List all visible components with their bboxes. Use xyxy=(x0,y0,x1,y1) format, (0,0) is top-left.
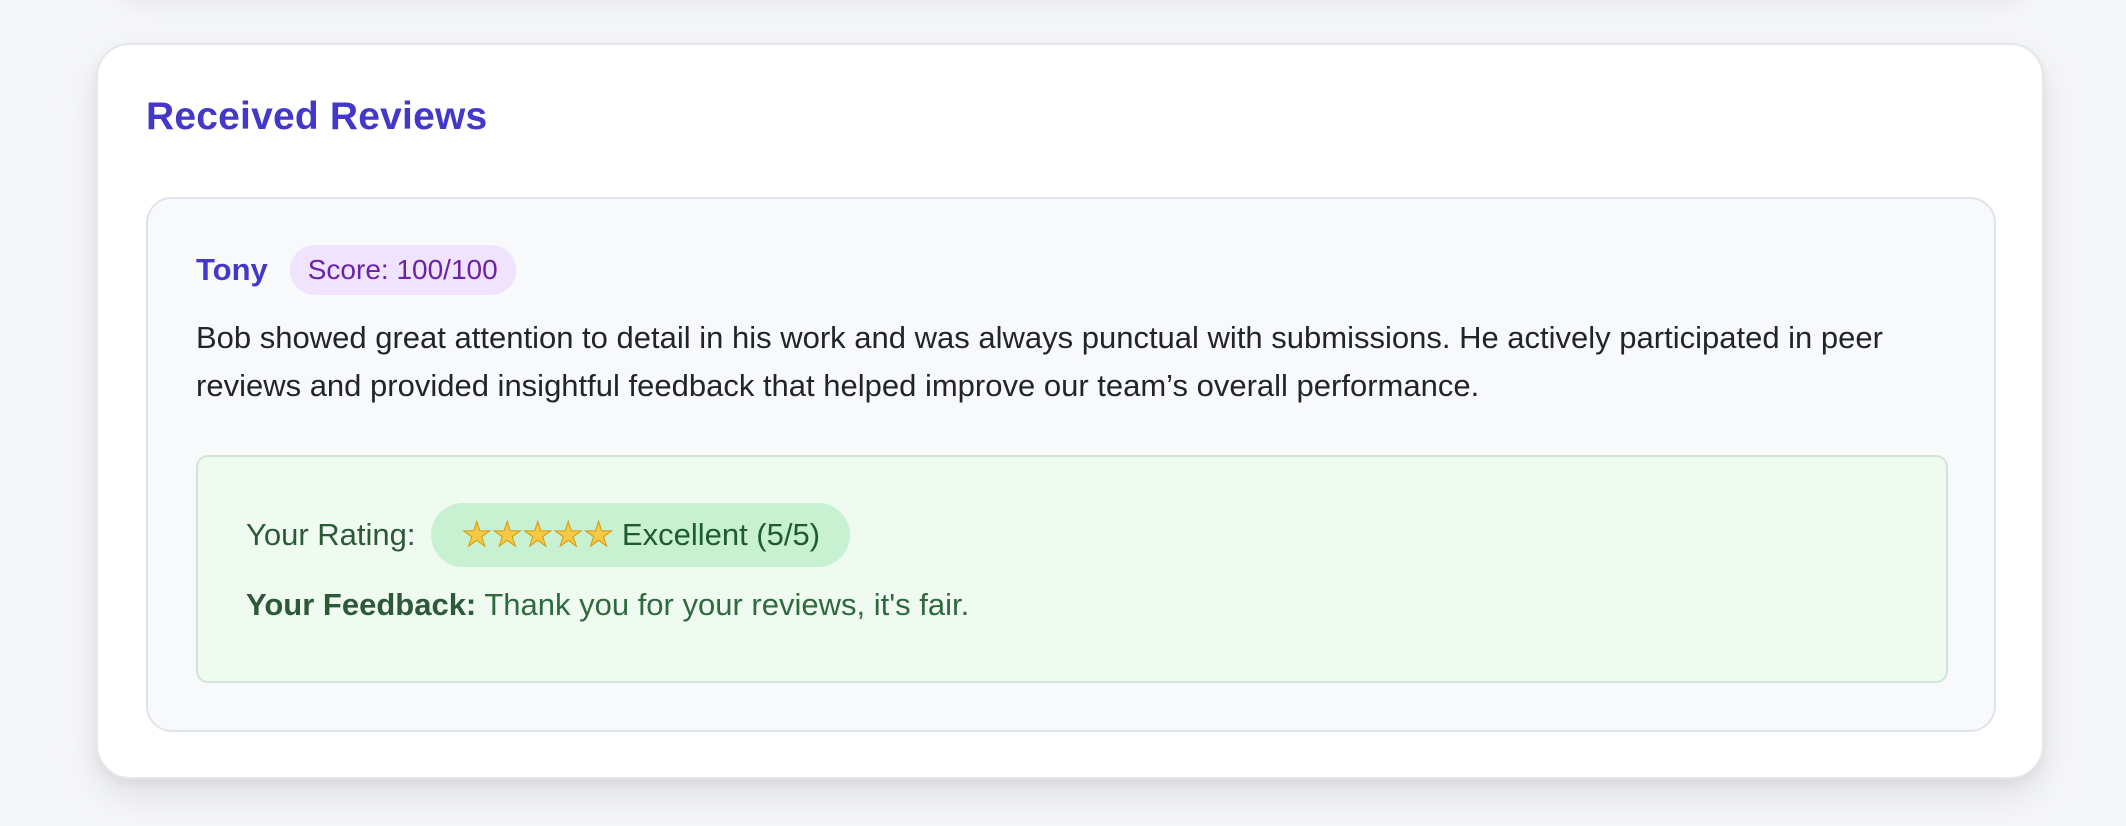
received-reviews-card: Received Reviews Tony Score: 100/100 Bob… xyxy=(96,43,2044,779)
review-text: Bob showed great attention to detail in … xyxy=(196,320,1883,403)
section-title: Received Reviews xyxy=(146,95,488,138)
rating-row: Your Rating: ★ ★ ★ ★ ★ Excellent (5/5) xyxy=(246,503,851,567)
star-icon: ★ xyxy=(583,516,615,554)
reviewer-name: Tony xyxy=(196,252,268,287)
feedback-text: Thank you for your reviews, it's fair. xyxy=(484,587,970,622)
star-icon: ★ xyxy=(552,516,584,554)
rating-badge: ★ ★ ★ ★ ★ Excellent (5/5) xyxy=(431,503,851,567)
rating-label: Your Rating: xyxy=(246,517,416,552)
review-header: Tony Score: 100/100 xyxy=(196,245,516,295)
star-icon: ★ xyxy=(522,516,554,554)
feedback-row: Your Feedback: Thank you for your review… xyxy=(246,587,969,623)
star-rating: ★ ★ ★ ★ ★ xyxy=(461,516,615,554)
star-icon: ★ xyxy=(491,516,523,554)
score-badge: Score: 100/100 xyxy=(289,245,516,295)
review-item: Tony Score: 100/100 Bob showed great att… xyxy=(146,197,1996,732)
feedback-label: Your Feedback: xyxy=(246,587,477,622)
star-icon: ★ xyxy=(461,516,493,554)
your-response-panel: Your Rating: ★ ★ ★ ★ ★ Excellent (5/5) Your … xyxy=(196,455,1948,683)
rating-text: Excellent (5/5) xyxy=(621,517,821,552)
